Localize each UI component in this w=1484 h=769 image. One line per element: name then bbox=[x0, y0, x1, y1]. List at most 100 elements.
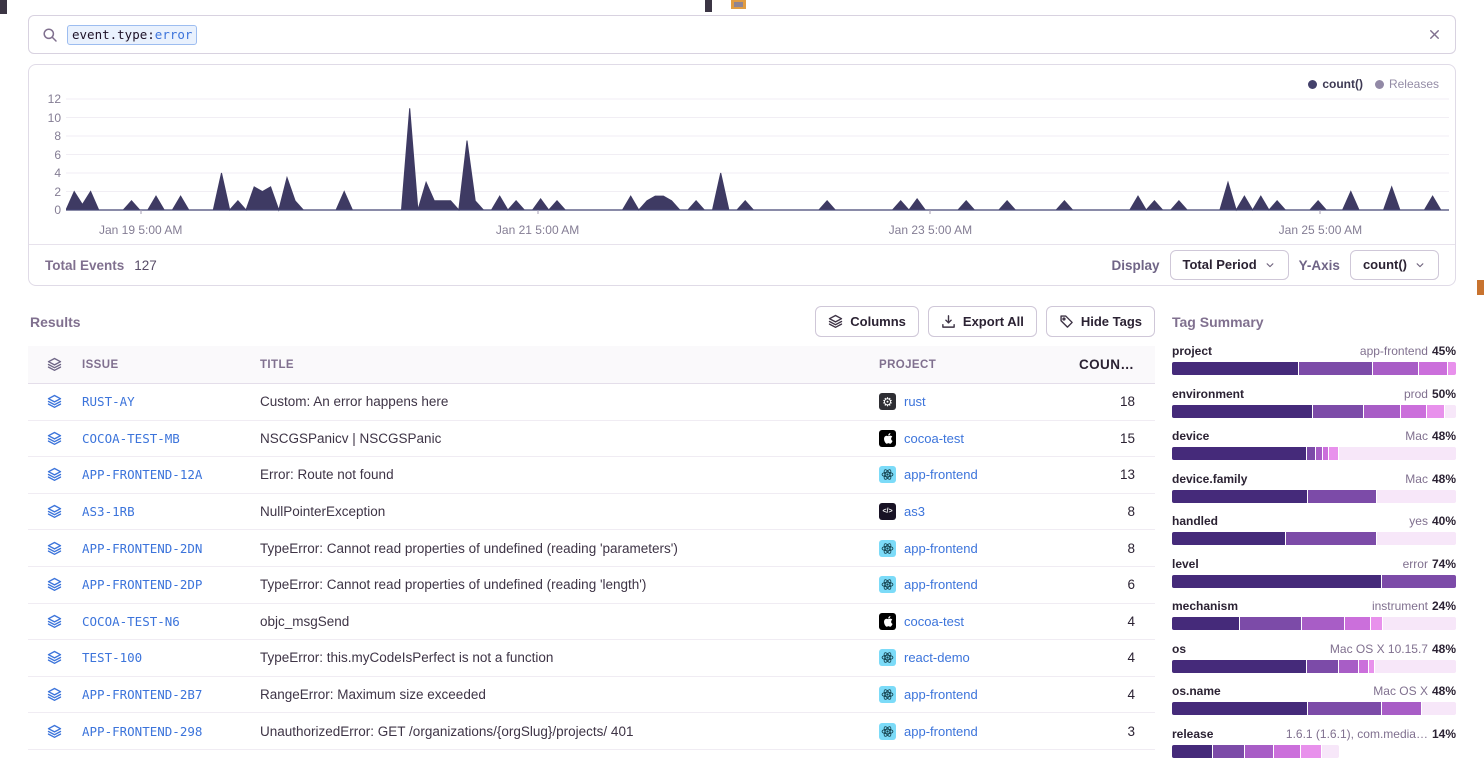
project-link[interactable]: </>as3 bbox=[879, 503, 1075, 520]
tag-bar-segment[interactable] bbox=[1245, 745, 1273, 758]
issue-link[interactable]: TEST-100 bbox=[82, 650, 142, 665]
project-link[interactable]: cocoa-test bbox=[879, 613, 1075, 630]
issue-link[interactable]: COCOA-TEST-MB bbox=[82, 431, 180, 446]
issue-link[interactable]: APP-FRONTEND-2DP bbox=[82, 577, 202, 592]
project-link[interactable]: cocoa-test bbox=[879, 430, 1075, 447]
tag-bar-segment[interactable] bbox=[1345, 617, 1370, 630]
close-icon[interactable] bbox=[1427, 27, 1442, 42]
tag-distribution-bar[interactable] bbox=[1172, 745, 1456, 758]
tag-distribution-bar[interactable] bbox=[1172, 617, 1456, 630]
events-area-chart[interactable] bbox=[66, 95, 1449, 215]
tag-top-percent: 48% bbox=[1432, 684, 1456, 698]
tag-bar-segment[interactable] bbox=[1339, 660, 1359, 673]
tag-bar-segment[interactable] bbox=[1172, 447, 1306, 460]
tag-bar-segment[interactable] bbox=[1445, 405, 1456, 418]
tag-bar-segment[interactable] bbox=[1383, 617, 1456, 630]
tag-summary-item-device-family: device.familyMac48% bbox=[1172, 472, 1456, 503]
tag-bar-segment[interactable] bbox=[1172, 405, 1312, 418]
tag-bar-segment[interactable] bbox=[1364, 405, 1400, 418]
issue-title: NSCGSPanicv | NSCGSPanic bbox=[258, 431, 877, 446]
column-header-title[interactable]: TITLE bbox=[258, 359, 877, 371]
display-dropdown[interactable]: Total Period bbox=[1170, 250, 1289, 280]
column-header-issue[interactable]: ISSUE bbox=[80, 359, 258, 371]
tag-bar-segment[interactable] bbox=[1373, 362, 1418, 375]
tag-top-value: Mac OS X bbox=[1373, 684, 1428, 698]
tag-bar-segment[interactable] bbox=[1382, 702, 1421, 715]
tag-bar-segment[interactable] bbox=[1172, 617, 1239, 630]
tag-bar-segment[interactable] bbox=[1172, 745, 1212, 758]
tag-bar-segment[interactable] bbox=[1308, 702, 1381, 715]
tag-bar-segment[interactable] bbox=[1371, 617, 1382, 630]
tag-bar-segment[interactable] bbox=[1369, 660, 1375, 673]
tag-bar-segment[interactable] bbox=[1299, 362, 1372, 375]
project-link[interactable]: app-frontend bbox=[879, 686, 1075, 703]
tag-bar-segment[interactable] bbox=[1172, 575, 1381, 588]
hide-tags-button[interactable]: Hide Tags bbox=[1046, 306, 1155, 337]
tag-bar-segment[interactable] bbox=[1172, 490, 1307, 503]
apple-project-icon bbox=[879, 613, 896, 630]
tag-distribution-bar[interactable] bbox=[1172, 575, 1456, 588]
project-link[interactable]: react-demo bbox=[879, 649, 1075, 666]
project-link[interactable]: ⚙rust bbox=[879, 393, 1075, 410]
tag-distribution-bar[interactable] bbox=[1172, 405, 1456, 418]
tag-bar-segment[interactable] bbox=[1302, 617, 1344, 630]
search-bar[interactable]: event.type:error bbox=[28, 15, 1456, 54]
column-header-project[interactable]: PROJECT bbox=[877, 359, 1077, 371]
tag-distribution-bar[interactable] bbox=[1172, 532, 1456, 545]
tag-distribution-bar[interactable] bbox=[1172, 702, 1456, 715]
tag-bar-segment[interactable] bbox=[1274, 745, 1300, 758]
tag-bar-segment[interactable] bbox=[1323, 447, 1329, 460]
tag-bar-segment[interactable] bbox=[1307, 660, 1338, 673]
issue-link[interactable]: APP-FRONTEND-12A bbox=[82, 467, 202, 482]
issue-link[interactable]: APP-FRONTEND-298 bbox=[82, 724, 202, 739]
tag-bar-segment[interactable] bbox=[1301, 745, 1321, 758]
project-link[interactable]: app-frontend bbox=[879, 466, 1075, 483]
tag-bar-segment[interactable] bbox=[1322, 745, 1339, 758]
issue-link[interactable]: RUST-AY bbox=[82, 394, 135, 409]
tag-bar-segment[interactable] bbox=[1419, 362, 1447, 375]
tag-bar-segment[interactable] bbox=[1382, 575, 1456, 588]
column-header-count[interactable]: COUNT() ↓ bbox=[1077, 357, 1155, 372]
project-link[interactable]: app-frontend bbox=[879, 576, 1075, 593]
columns-button[interactable]: Columns bbox=[815, 306, 919, 337]
issue-link[interactable]: COCOA-TEST-N6 bbox=[82, 614, 180, 629]
yaxis-dropdown[interactable]: count() bbox=[1350, 250, 1439, 280]
issue-link[interactable]: APP-FRONTEND-2DN bbox=[82, 541, 202, 556]
legend-item-count[interactable]: count() bbox=[1308, 77, 1363, 91]
tag-bar-segment[interactable] bbox=[1375, 660, 1456, 673]
issue-link[interactable]: APP-FRONTEND-2B7 bbox=[82, 687, 202, 702]
tag-bar-segment[interactable] bbox=[1213, 745, 1244, 758]
tag-bar-segment[interactable] bbox=[1286, 532, 1376, 545]
chart-legend: count() Releases bbox=[1308, 77, 1439, 91]
button-label: Export All bbox=[963, 315, 1024, 329]
tag-distribution-bar[interactable] bbox=[1172, 362, 1456, 375]
project-link[interactable]: app-frontend bbox=[879, 723, 1075, 740]
tag-bar-segment[interactable] bbox=[1313, 405, 1363, 418]
tag-distribution-bar[interactable] bbox=[1172, 490, 1456, 503]
legend-item-releases[interactable]: Releases bbox=[1375, 77, 1439, 91]
tag-bar-segment[interactable] bbox=[1401, 405, 1426, 418]
tag-bar-segment[interactable] bbox=[1316, 447, 1322, 460]
tag-distribution-bar[interactable] bbox=[1172, 660, 1456, 673]
tag-bar-segment[interactable] bbox=[1308, 490, 1376, 503]
tag-bar-segment[interactable] bbox=[1422, 702, 1456, 715]
tag-distribution-bar[interactable] bbox=[1172, 447, 1456, 460]
project-link[interactable]: app-frontend bbox=[879, 540, 1075, 557]
tag-bar-segment[interactable] bbox=[1172, 532, 1285, 545]
event-count: 4 bbox=[1077, 614, 1155, 629]
tag-bar-segment[interactable] bbox=[1240, 617, 1301, 630]
tag-bar-segment[interactable] bbox=[1172, 362, 1298, 375]
tag-bar-segment[interactable] bbox=[1377, 532, 1456, 545]
tag-bar-segment[interactable] bbox=[1329, 447, 1337, 460]
issue-link[interactable]: AS3-1RB bbox=[82, 504, 135, 519]
tag-bar-segment[interactable] bbox=[1427, 405, 1444, 418]
tag-bar-segment[interactable] bbox=[1359, 660, 1367, 673]
tag-bar-segment[interactable] bbox=[1339, 447, 1456, 460]
tag-bar-segment[interactable] bbox=[1172, 660, 1306, 673]
search-query-token[interactable]: event.type:error bbox=[67, 25, 197, 45]
export-all-button[interactable]: Export All bbox=[928, 306, 1037, 337]
tag-bar-segment[interactable] bbox=[1377, 490, 1456, 503]
tag-bar-segment[interactable] bbox=[1307, 447, 1315, 460]
tag-bar-segment[interactable] bbox=[1172, 702, 1307, 715]
tag-bar-segment[interactable] bbox=[1448, 362, 1456, 375]
